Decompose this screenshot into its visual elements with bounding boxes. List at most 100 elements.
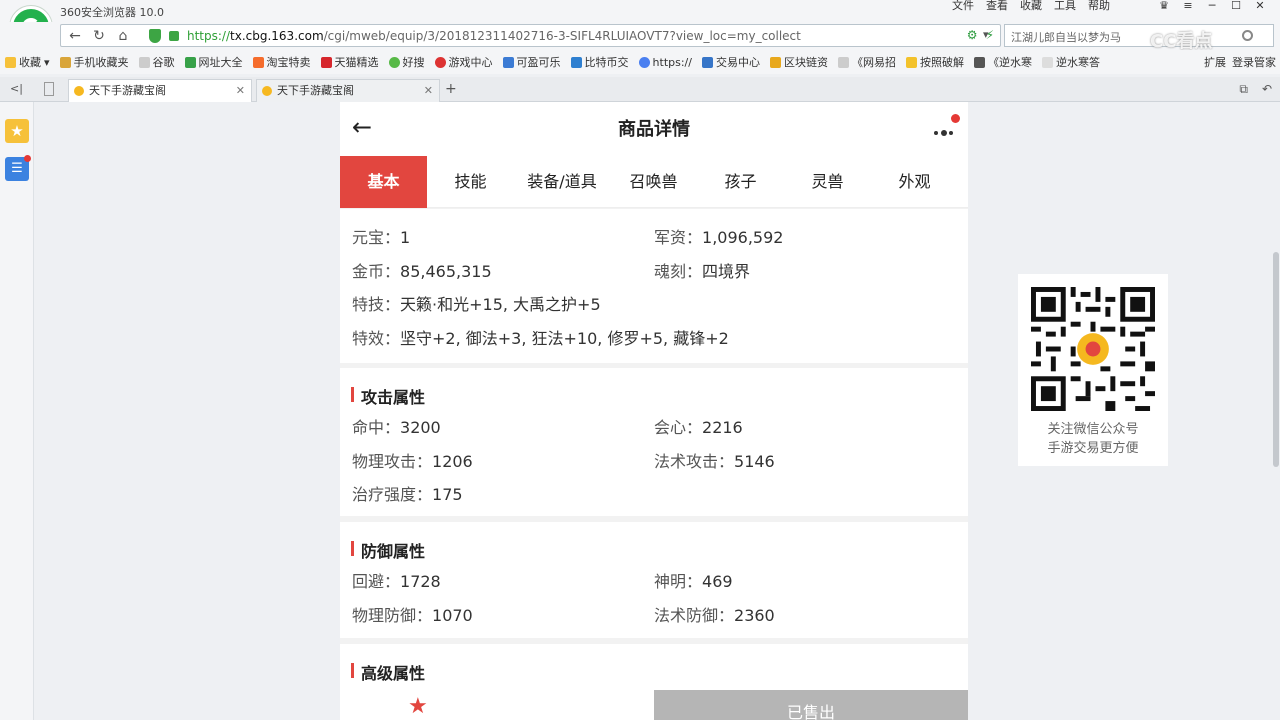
menu-tools[interactable]: 工具 xyxy=(1054,0,1076,16)
extension-icon[interactable]: ⚙ xyxy=(967,28,978,42)
minimize-icon[interactable]: ─ xyxy=(1200,0,1224,14)
attack-section-title: 攻击属性 xyxy=(351,384,425,408)
site-icon xyxy=(905,56,917,68)
page-viewport: ← 商品详情 基本 技能 装备/道具 召唤兽 孩子 灵兽 外观 元宝：1 军资：… xyxy=(34,102,1272,720)
yuanbao-row: 元宝：1 xyxy=(352,228,411,247)
bookmark-nishuihan[interactable]: 《逆水寒 xyxy=(969,54,1037,70)
defense-section-title: 防御属性 xyxy=(351,538,425,562)
home-icon[interactable]: ⌂ xyxy=(113,28,133,44)
more-options-button[interactable] xyxy=(930,114,960,144)
detail-tabs: 基本 技能 装备/道具 召唤兽 孩子 灵兽 外观 xyxy=(340,156,968,208)
scrollbar-thumb[interactable] xyxy=(1273,252,1279,467)
menu-favorites[interactable]: 收藏 xyxy=(1020,0,1042,16)
extensions-button[interactable]: 扩展 xyxy=(1204,54,1226,70)
qr-caption: 关注微信公众号 手游交易更方便 xyxy=(1018,420,1168,458)
cbg-favicon-icon xyxy=(262,86,272,96)
bookmark-taobao[interactable]: 淘宝特卖 xyxy=(248,54,316,70)
menu-view[interactable]: 查看 xyxy=(986,0,1008,16)
wulifangyu-row: 物理防御：1070 xyxy=(352,606,473,625)
bookmark-nishuihan-answer[interactable]: 逆水寒答 xyxy=(1037,54,1105,70)
bookmark-exchange[interactable]: 交易中心 xyxy=(697,54,765,70)
undo-close-icon[interactable]: ↶ xyxy=(1262,82,1272,97)
menu-file[interactable]: 文件 xyxy=(952,0,974,16)
news-icon[interactable]: ☰ xyxy=(5,155,31,181)
tmall-icon xyxy=(320,56,332,68)
refresh-icon[interactable]: ↻ xyxy=(89,28,109,44)
back-icon[interactable]: ← xyxy=(65,28,85,44)
bookmark-crack[interactable]: 按照破解 xyxy=(901,54,969,70)
haosou-icon xyxy=(388,56,400,68)
window-controls: ♛ ≡ ─ ☐ ✕ xyxy=(1152,0,1272,14)
lock-icon[interactable] xyxy=(169,31,179,41)
page-title: 商品详情 xyxy=(618,119,690,140)
bookmark-mobile[interactable]: 手机收藏夹 xyxy=(55,54,134,70)
huibi-row: 回避：1728 xyxy=(352,572,441,591)
cbg-favicon-icon xyxy=(74,86,84,96)
browser-titlebar: 360安全浏览器 10.0 文件 查看 收藏 工具 帮助 ♛ ≡ ─ ☐ ✕ xyxy=(0,0,1280,22)
bookmark-blockchain[interactable]: 区块链资 xyxy=(765,54,833,70)
bookmark-google[interactable]: 谷歌 xyxy=(134,54,180,70)
qr-caption-line2: 手游交易更方便 xyxy=(1047,441,1139,456)
tab-children[interactable]: 孩子 xyxy=(697,156,784,208)
game-icon xyxy=(973,56,985,68)
app-title: 360安全浏览器 10.0 xyxy=(60,6,164,19)
bookmark-tmall[interactable]: 天猫精选 xyxy=(316,54,384,70)
close-tab-icon[interactable]: ✕ xyxy=(424,80,433,102)
bookmark-games[interactable]: 游戏中心 xyxy=(430,54,498,70)
tab-bar-right: ⧉ ↶ xyxy=(1239,82,1272,97)
skin-icon[interactable]: ♛ xyxy=(1152,0,1176,14)
page-icon xyxy=(837,56,849,68)
wuligongji-row: 物理攻击：1206 xyxy=(352,452,473,471)
wechat-qr-card: 关注微信公众号 手游交易更方便 xyxy=(1018,274,1168,466)
close-tab-icon[interactable]: ✕ xyxy=(236,80,245,102)
menu-icon[interactable]: ≡ xyxy=(1176,0,1200,14)
sold-button[interactable]: 已售出 xyxy=(654,690,968,720)
tab-basic[interactable]: 基本 xyxy=(340,156,427,208)
favorites-star-icon[interactable]: ★ xyxy=(5,119,29,143)
tab-list-icon[interactable] xyxy=(44,82,54,96)
tab-spirit-beast[interactable]: 灵兽 xyxy=(784,156,871,208)
tab-appearance[interactable]: 外观 xyxy=(871,156,958,208)
menu-help[interactable]: 帮助 xyxy=(1088,0,1110,16)
page-header: ← 商品详情 xyxy=(340,102,968,156)
bookmark-favorites[interactable]: 收藏 ▾ xyxy=(0,54,55,70)
url-text[interactable]: https://tx.cbg.163.com/cgi/mweb/equip/3/… xyxy=(187,29,801,43)
site-icon xyxy=(701,56,713,68)
collect-star-icon[interactable]: ★ xyxy=(408,696,428,718)
tab-tx-cbg-2[interactable]: 天下手游藏宝阁 ✕ xyxy=(256,79,440,102)
huixin-row: 会心：2216 xyxy=(654,418,743,437)
mingzhong-row: 命中：3200 xyxy=(352,418,441,437)
close-window-icon[interactable]: ✕ xyxy=(1248,0,1272,14)
qr-caption-line1: 关注微信公众号 xyxy=(1047,422,1139,437)
teji-row: 特技：天籁·和光+15, 大禹之护+5 xyxy=(352,295,601,314)
tab-tx-cbg-1[interactable]: 天下手游藏宝阁 ✕ xyxy=(68,79,252,102)
bookmark-keying[interactable]: 可盈可乐 xyxy=(498,54,566,70)
tab-skills[interactable]: 技能 xyxy=(427,156,514,208)
tab-summons[interactable]: 召唤兽 xyxy=(610,156,697,208)
maximize-icon[interactable]: ☐ xyxy=(1224,0,1248,14)
zhiliao-row: 治疗强度：175 xyxy=(352,485,463,504)
page-scrollbar[interactable] xyxy=(1272,102,1280,720)
bookmark-netease[interactable]: 《网易招 xyxy=(833,54,901,70)
bookmark-bitcoin[interactable]: 比特币交 xyxy=(566,54,634,70)
bookmark-https[interactable]: https:// xyxy=(634,56,697,69)
bookmark-hao[interactable]: 网址大全 xyxy=(180,54,248,70)
tab-scroll-left-icon[interactable]: <| xyxy=(10,82,23,95)
restore-tabs-icon[interactable]: ⧉ xyxy=(1239,82,1248,97)
security-shield-icon[interactable] xyxy=(149,29,161,43)
tab-equipment[interactable]: 装备/道具 xyxy=(514,156,610,208)
top-menu: 文件 查看 收藏 工具 帮助 xyxy=(952,0,1110,16)
bookmark-haosou[interactable]: 好搜 xyxy=(384,54,430,70)
login-manager-button[interactable]: 登录管家 xyxy=(1232,54,1276,70)
search-input[interactable]: 江湖儿郎自当以梦为马 xyxy=(1011,29,1121,45)
page-icon xyxy=(138,56,150,68)
qr-code-icon[interactable] xyxy=(1031,287,1155,411)
new-tab-icon[interactable]: + xyxy=(445,81,457,97)
binance-icon xyxy=(769,56,781,68)
star-icon xyxy=(5,56,16,68)
advanced-section-title: 高级属性 xyxy=(351,660,425,684)
address-bar[interactable]: ← ↻ ⌂ https://tx.cbg.163.com/cgi/mweb/eq… xyxy=(60,24,1001,47)
browser-toolbar: ← ↻ ⌂ https://tx.cbg.163.com/cgi/mweb/eq… xyxy=(0,22,1280,52)
address-dropdown-icon[interactable]: ▾ xyxy=(983,28,989,41)
site-icon xyxy=(184,56,196,68)
